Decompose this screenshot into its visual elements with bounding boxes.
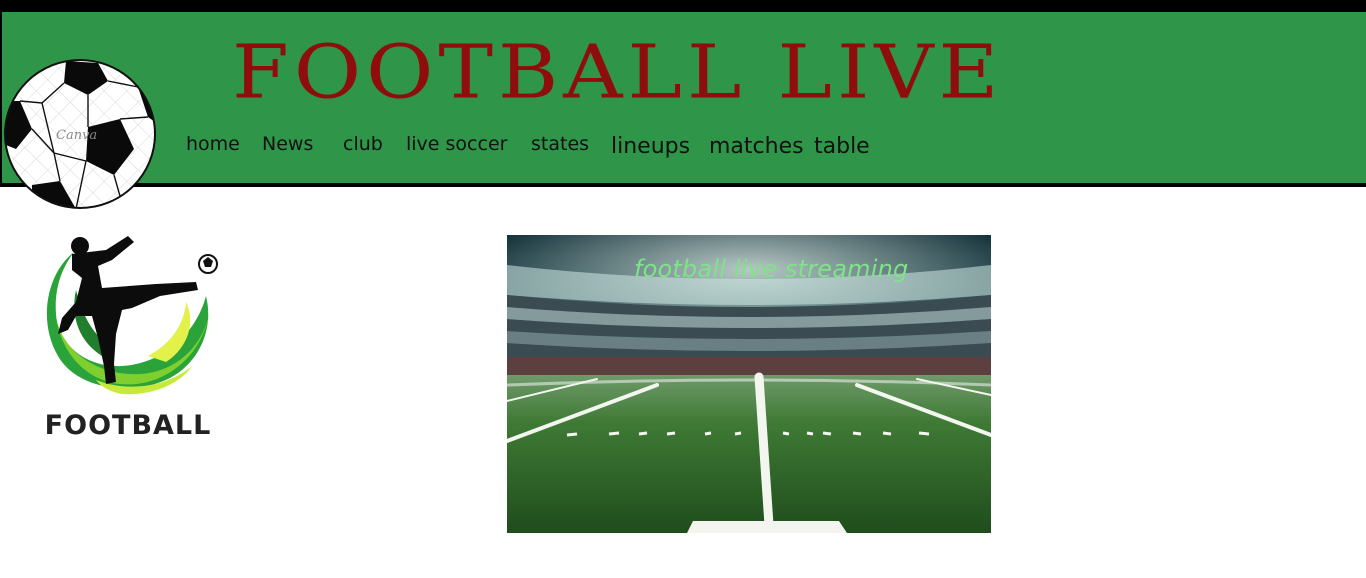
nav-matches[interactable]: matches — [709, 134, 804, 159]
soccer-ball-icon: Canva — [4, 59, 156, 209]
logo-text: FOOTBALL — [45, 410, 212, 440]
nav-live-soccer[interactable]: live soccer — [406, 133, 507, 155]
canva-watermark: Canva — [56, 128, 97, 143]
page: Canva FOOTBALL LIVE home News club live … — [0, 0, 1366, 578]
football-logo: FOOTBALL — [45, 236, 218, 440]
nav-states[interactable]: states — [531, 133, 589, 155]
nav-table[interactable]: table — [814, 134, 870, 159]
top-border — [0, 0, 1366, 12]
nav-club[interactable]: club — [343, 133, 383, 155]
nav-home[interactable]: home — [186, 133, 240, 155]
nav-news[interactable]: News — [262, 133, 313, 155]
nav-lineups[interactable]: lineups — [611, 134, 690, 159]
site-title: FOOTBALL LIVE — [232, 29, 1004, 116]
stream-caption: football live streaming — [634, 255, 909, 283]
header-divider — [0, 183, 1366, 187]
